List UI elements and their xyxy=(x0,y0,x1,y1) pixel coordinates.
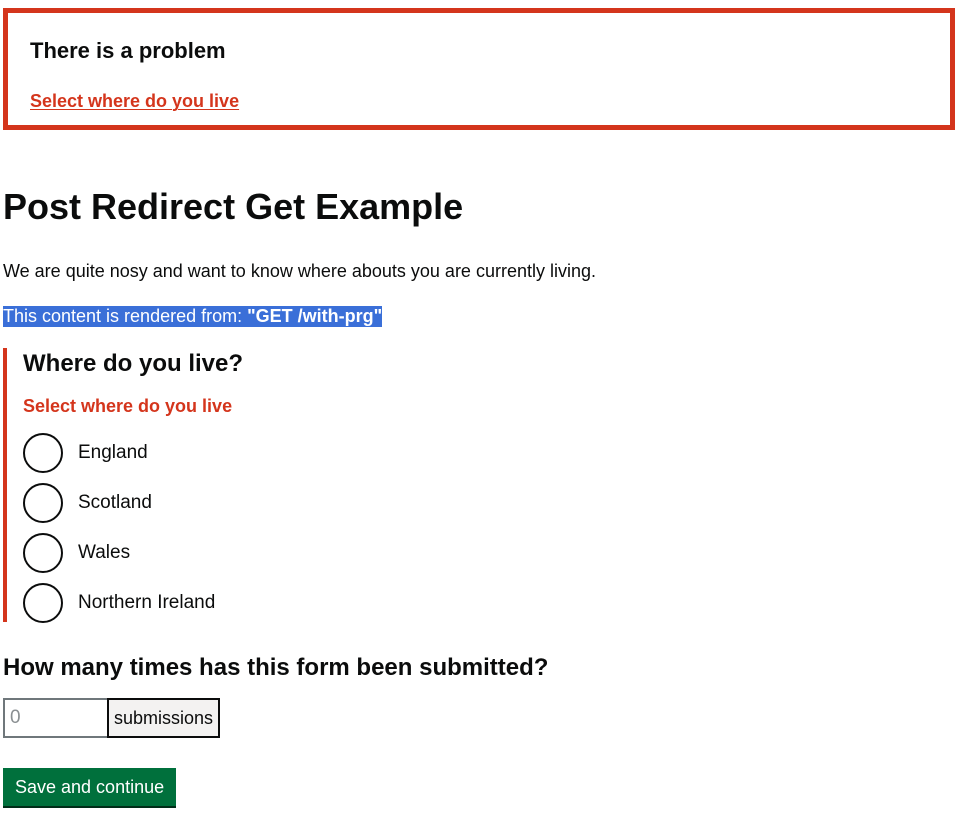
error-summary-title: There is a problem xyxy=(30,38,226,63)
render-note-route: "GET /with-prg" xyxy=(247,306,383,326)
radio-label: Northern Ireland xyxy=(78,592,216,613)
radio-label: Scotland xyxy=(78,492,152,513)
render-note-prefix: This content is rendered from: xyxy=(3,306,248,326)
submissions-count-input[interactable] xyxy=(3,698,107,738)
submissions-suffix: submissions xyxy=(107,698,221,738)
radio-button[interactable] xyxy=(23,483,63,523)
render-note: This content is rendered from: "GET /wit… xyxy=(3,304,383,328)
radio-button[interactable] xyxy=(23,583,63,623)
text-selection-highlight: This content is rendered from: "GET /wit… xyxy=(3,306,383,327)
radio-option-wales[interactable]: Wales xyxy=(23,533,130,573)
page-title: Post Redirect Get Example xyxy=(3,186,464,227)
radio-label: England xyxy=(78,442,148,463)
radio-option-england[interactable]: England xyxy=(23,433,148,473)
radio-option-scotland[interactable]: Scotland xyxy=(23,483,152,523)
intro-text: We are quite nosy and want to know where… xyxy=(3,261,596,281)
residence-error-message: Select where do you live xyxy=(23,396,233,416)
submissions-input-wrapper: submissions xyxy=(3,698,221,738)
radio-label: Wales xyxy=(78,542,131,563)
save-and-continue-button[interactable]: Save and continue xyxy=(3,768,177,806)
error-summary: There is a problem Select where do you l… xyxy=(3,8,955,130)
radio-button[interactable] xyxy=(23,533,63,573)
error-summary-link[interactable]: Select where do you live xyxy=(30,89,239,113)
form-group-error-border xyxy=(3,348,7,622)
radio-option-northern-ireland[interactable]: Northern Ireland xyxy=(23,583,215,623)
residence-legend: Where do you live? xyxy=(23,350,244,377)
radio-button[interactable] xyxy=(23,433,63,473)
submissions-question-heading: How many times has this form been submit… xyxy=(3,654,549,681)
